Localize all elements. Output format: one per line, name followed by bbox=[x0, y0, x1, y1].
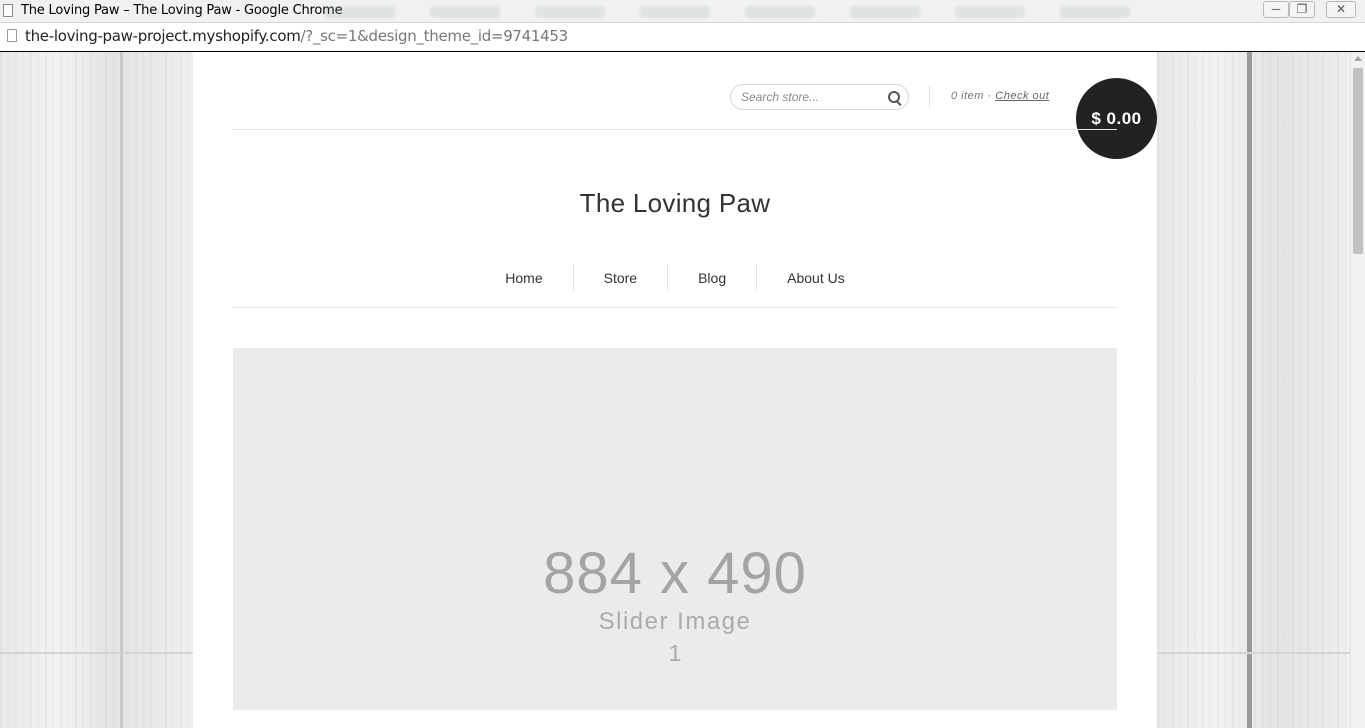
slider-index: 1 bbox=[668, 640, 682, 666]
nav-item-store[interactable]: Store bbox=[572, 265, 667, 291]
scroll-up-arrow-icon[interactable] bbox=[1354, 56, 1362, 61]
tab-placeholder bbox=[640, 6, 710, 18]
plank-divider bbox=[120, 52, 123, 728]
page-viewport: Search store... 0 item · Check out $ 0.0… bbox=[0, 52, 1350, 728]
blurred-tabs bbox=[305, 2, 1205, 22]
nav-item-about-us[interactable]: About Us bbox=[756, 265, 875, 291]
tab-placeholder bbox=[535, 6, 605, 18]
tab-placeholder bbox=[745, 6, 815, 18]
browser-title-bar: The Loving Paw – The Loving Paw - Google… bbox=[0, 0, 1365, 23]
window-title: The Loving Paw – The Loving Paw - Google… bbox=[21, 3, 343, 18]
hero-slider[interactable]: 884 x 490 Slider Image 1 bbox=[233, 348, 1117, 710]
url-path: /?_sc=1&design_theme_id=9741453 bbox=[300, 27, 569, 45]
search-input[interactable]: Search store... bbox=[730, 84, 909, 110]
cart-summary: 0 item · Check out bbox=[951, 90, 1049, 102]
tab-placeholder bbox=[430, 6, 500, 18]
wood-background-right bbox=[1157, 52, 1350, 728]
restore-button[interactable]: ❐ bbox=[1289, 1, 1315, 18]
tab-placeholder bbox=[1060, 6, 1130, 18]
nav-item-home[interactable]: Home bbox=[475, 265, 572, 291]
url-field[interactable]: the-loving-paw-project.myshopify.com/?_s… bbox=[25, 27, 568, 45]
slider-dimensions: 884 x 490 bbox=[543, 541, 807, 606]
plank-seam bbox=[0, 652, 193, 654]
header-divider bbox=[929, 86, 930, 108]
page-icon bbox=[7, 29, 17, 42]
tab-placeholder bbox=[850, 6, 920, 18]
plank-divider bbox=[1247, 52, 1252, 728]
url-host: the-loving-paw-project.myshopify.com bbox=[25, 27, 301, 45]
header-rule bbox=[233, 129, 1117, 130]
minimize-button[interactable]: ─ bbox=[1263, 1, 1289, 18]
close-button[interactable]: ✕ bbox=[1326, 1, 1356, 18]
main-nav: Home Store Blog About Us bbox=[193, 265, 1157, 291]
checkout-link[interactable]: Check out bbox=[995, 90, 1049, 102]
slider-caption: Slider Image bbox=[598, 608, 752, 635]
scrollbar-thumb[interactable] bbox=[1353, 68, 1363, 254]
store-title[interactable]: The Loving Paw bbox=[193, 188, 1157, 219]
nav-rule bbox=[233, 307, 1117, 308]
nav-item-blog[interactable]: Blog bbox=[667, 265, 756, 291]
tab-placeholder bbox=[325, 6, 395, 18]
cart-total-button[interactable]: $ 0.00 bbox=[1076, 78, 1157, 159]
vertical-scrollbar[interactable] bbox=[1350, 52, 1365, 728]
address-bar[interactable]: the-loving-paw-project.myshopify.com/?_s… bbox=[0, 23, 1365, 52]
cart-separator: · bbox=[987, 90, 992, 102]
tab-placeholder bbox=[955, 6, 1025, 18]
search-placeholder: Search store... bbox=[741, 90, 820, 104]
search-icon[interactable] bbox=[888, 91, 900, 103]
wood-background-left bbox=[0, 52, 193, 728]
plank-seam bbox=[1157, 652, 1350, 654]
store-content: Search store... 0 item · Check out $ 0.0… bbox=[193, 52, 1157, 728]
cart-count: 0 item bbox=[951, 90, 984, 102]
page-icon bbox=[3, 4, 13, 17]
